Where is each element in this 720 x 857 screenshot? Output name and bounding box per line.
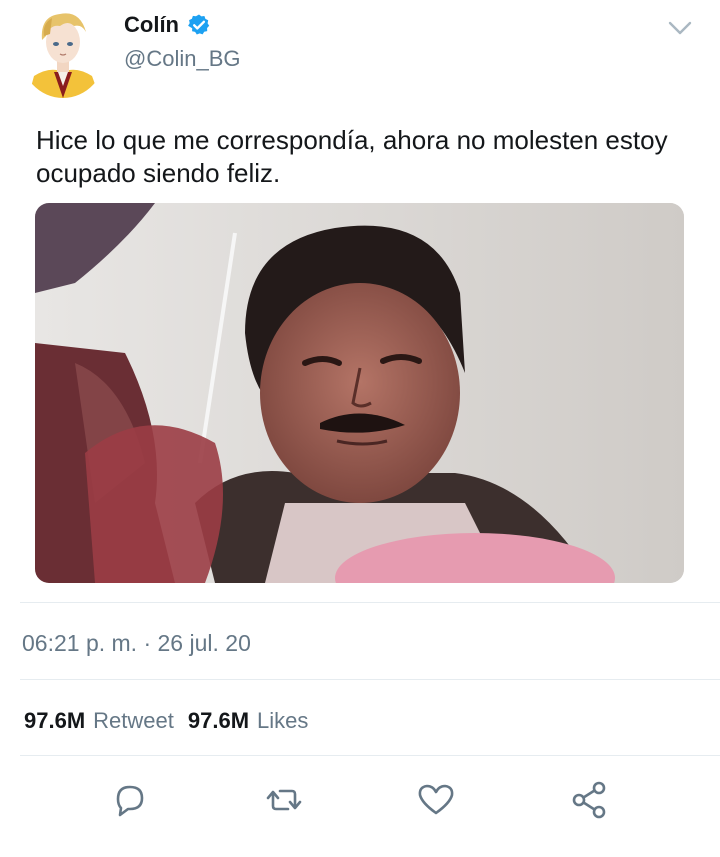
likes-label[interactable]: Likes (257, 708, 308, 734)
reply-icon[interactable] (108, 778, 152, 822)
avatar-illustration (20, 6, 106, 98)
user-info[interactable]: Colín @Colin_BG (124, 10, 241, 72)
retweet-icon[interactable] (262, 778, 306, 822)
tweet-stats: 97.6M Retweet 97.6M Likes (24, 708, 322, 734)
retweet-label[interactable]: Retweet (93, 708, 174, 734)
likes-count[interactable]: 97.6M (188, 708, 249, 734)
name-row: Colín (124, 10, 241, 40)
tweet-text: Hice lo que me correspondía, ahora no mo… (36, 125, 668, 188)
display-name[interactable]: Colín (124, 12, 179, 38)
divider (20, 755, 720, 756)
heart-icon[interactable] (414, 778, 458, 822)
avatar[interactable] (20, 6, 106, 98)
divider (20, 679, 720, 680)
user-handle: @Colin_BG (124, 46, 241, 71)
chevron-down-icon[interactable] (666, 18, 694, 38)
retweet-count[interactable]: 97.6M (24, 708, 85, 734)
action-bar (0, 778, 720, 828)
timestamp[interactable]: 06:21 p. m. · 26 jul. 20 (22, 630, 251, 657)
tweet-media-image[interactable] (35, 203, 684, 583)
divider (20, 602, 720, 603)
verified-badge-icon (187, 13, 211, 37)
meme-photo (35, 203, 684, 583)
share-icon[interactable] (568, 778, 612, 822)
